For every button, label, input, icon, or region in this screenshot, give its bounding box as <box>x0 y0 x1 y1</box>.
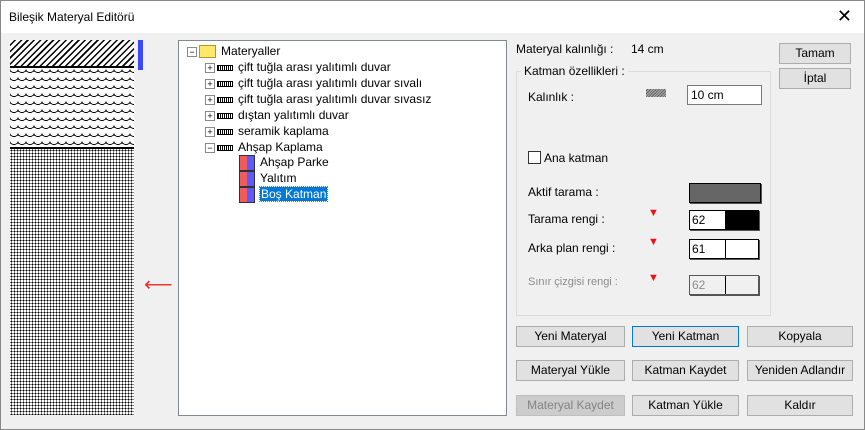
rename-button[interactable]: Yeniden Adlandır <box>747 360 853 381</box>
tree-item-layer-selected[interactable]: Boş Katman <box>239 186 329 203</box>
collapse-icon[interactable]: − <box>205 142 215 153</box>
tree-item-material[interactable]: + dıştan yalıtımlı duvar <box>205 108 349 122</box>
material-icon <box>217 112 233 119</box>
tree-item-material[interactable]: + seramik kaplama <box>205 124 329 138</box>
tree-item-material[interactable]: − Ahşap Kaplama <box>205 140 323 154</box>
material-icon <box>217 128 233 135</box>
material-icon <box>217 144 233 151</box>
active-hatch-button[interactable] <box>689 183 761 203</box>
hatch-color-pen-icon: ▼ <box>648 207 659 219</box>
expand-icon[interactable]: + <box>205 110 215 121</box>
expand-icon[interactable]: + <box>205 94 215 105</box>
hatch-color-picker[interactable]: 62 <box>689 210 759 230</box>
expand-icon[interactable]: + <box>205 78 215 89</box>
thickness-label: Kalınlık : <box>528 90 575 104</box>
material-tree[interactable]: − Materyaller + çift tuğla arası yalıtımlı… <box>178 40 507 416</box>
cancel-button[interactable]: İptal <box>779 68 851 89</box>
new-layer-button[interactable]: Yeni Katman <box>632 326 739 347</box>
tree-item-material[interactable]: + çift tuğla arası yalıtımlı duvar sıvası… <box>205 92 431 106</box>
load-layer-button[interactable]: Katman Yükle <box>632 395 739 416</box>
preview-layer-hatch[interactable] <box>10 40 134 66</box>
main-layer-checkbox[interactable] <box>528 151 541 164</box>
thickness-input[interactable] <box>687 85 762 105</box>
preview-layer-dots[interactable] <box>10 149 134 415</box>
save-material-button: Materyal Kaydet <box>516 395 625 416</box>
hatch-color-label: Tarama rengi : <box>528 212 605 226</box>
material-icon <box>217 64 233 71</box>
remove-button[interactable]: Kaldır <box>747 395 853 416</box>
load-material-button[interactable]: Materyal Yükle <box>516 360 625 381</box>
expand-icon[interactable]: + <box>205 126 215 137</box>
window-title: Bileşik Materyal Editörü <box>9 10 135 24</box>
selected-layer-indicator <box>138 40 143 70</box>
tree-item-layer[interactable]: Yalıtım <box>239 171 296 187</box>
border-color-pen-icon: ▼ <box>648 272 659 284</box>
arrow-left-icon: ⟵ <box>144 274 173 296</box>
border-color-label: Sınır çizgisi rengi : <box>528 276 618 288</box>
layer-preview <box>10 40 134 415</box>
main-layer-label: Ana katman <box>544 151 609 165</box>
material-icon <box>217 80 233 87</box>
ok-button[interactable]: Tamam <box>779 43 851 64</box>
new-material-button[interactable]: Yeni Materyal <box>516 326 625 347</box>
tree-root[interactable]: − Materyaller <box>187 44 280 59</box>
background-color-pen-icon: ▼ <box>648 236 659 248</box>
background-color-label: Arka plan rengi : <box>528 241 616 255</box>
thickness-icon <box>646 89 666 97</box>
folder-icon <box>199 45 216 59</box>
copy-button[interactable]: Kopyala <box>747 326 853 347</box>
border-color-picker: 62 <box>689 275 759 295</box>
tree-item-material[interactable]: + çift tuğla arası yalıtımlı duvar <box>205 60 391 74</box>
material-thickness-label: Materyal kalınlığı : <box>516 42 614 56</box>
title-bar: Bileşik Materyal Editörü ✕ <box>1 1 864 33</box>
material-icon <box>217 96 233 103</box>
close-icon[interactable]: ✕ <box>837 6 852 27</box>
expand-icon[interactable]: + <box>205 62 215 73</box>
layer-properties-label: Katman özellikleri : <box>521 64 628 78</box>
save-layer-button[interactable]: Katman Kaydet <box>632 360 739 381</box>
layer-icon <box>239 187 255 203</box>
preview-layer-scales[interactable] <box>10 68 134 147</box>
layer-icon <box>239 155 255 171</box>
tree-item-material[interactable]: + çift tuğla arası yalıtımlı duvar sıvalı <box>205 76 422 90</box>
layer-icon <box>239 171 255 187</box>
collapse-icon[interactable]: − <box>187 46 197 57</box>
background-color-picker[interactable]: 61 <box>689 239 759 259</box>
tree-item-layer[interactable]: Ahşap Parke <box>239 155 329 171</box>
active-hatch-label: Aktif tarama : <box>528 185 599 199</box>
material-thickness-value: 14 cm <box>631 42 664 56</box>
